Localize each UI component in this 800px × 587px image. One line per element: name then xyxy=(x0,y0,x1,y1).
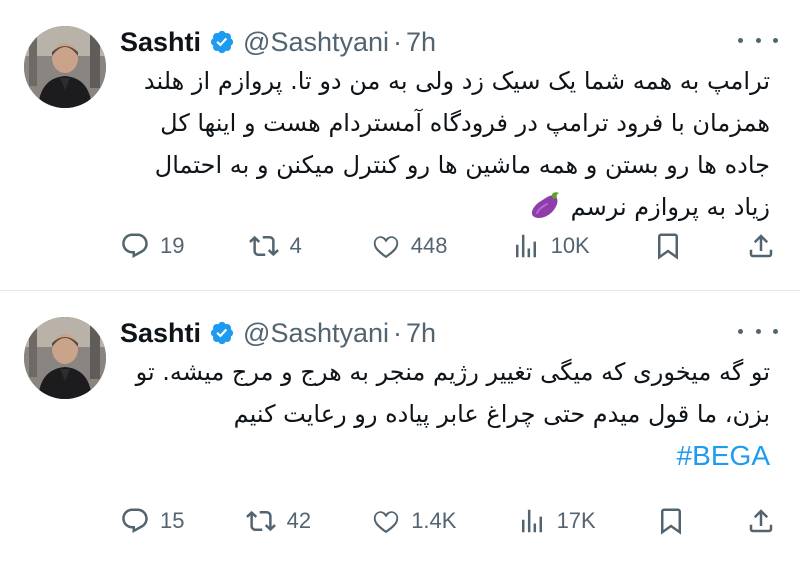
repost-button[interactable]: 4 xyxy=(248,231,308,261)
tweet-header: Sashti @Sashtyani · 7h xyxy=(120,22,436,62)
views-count: 10K xyxy=(550,233,590,258)
views-icon xyxy=(515,234,536,258)
separator-dot: · xyxy=(393,26,403,57)
like-count: 448 xyxy=(410,233,448,258)
hashtag-link[interactable]: #BEGA xyxy=(120,435,770,477)
tweet-text: تو گه میخوری که میگی تغییر رژیم منجر به … xyxy=(120,351,770,477)
share-icon xyxy=(749,509,773,533)
tweet-text: ترامپ به همه شما یک سیک زد ولی به من دو … xyxy=(120,60,770,228)
handle[interactable]: @Sashtyani xyxy=(243,318,389,349)
reply-button[interactable]: 15 xyxy=(120,506,184,536)
like-count: 1.4K xyxy=(411,508,457,533)
reply-icon xyxy=(122,233,148,259)
more-icon[interactable] xyxy=(738,28,778,52)
repost-icon xyxy=(248,235,279,257)
like-icon xyxy=(373,511,399,534)
bookmark-button[interactable] xyxy=(653,231,683,261)
display-name[interactable]: Sashti xyxy=(120,27,201,58)
separator-dot: · xyxy=(393,317,403,348)
verified-badge-icon xyxy=(209,29,235,55)
bookmark-icon xyxy=(657,233,678,260)
views-button[interactable]: 17K xyxy=(517,506,596,536)
repost-button[interactable]: 42 xyxy=(245,506,311,536)
like-button[interactable]: 448 xyxy=(371,231,448,261)
reply-count: 19 xyxy=(160,233,185,258)
verified-badge-icon xyxy=(209,320,235,346)
like-icon xyxy=(373,236,398,259)
bookmark-icon xyxy=(660,508,681,535)
share-icon xyxy=(749,234,773,258)
views-button[interactable]: 10K xyxy=(511,231,590,261)
timestamp[interactable]: 7h xyxy=(406,318,436,349)
display-name[interactable]: Sashti xyxy=(120,318,201,349)
handle[interactable]: @Sashtyani xyxy=(243,27,389,58)
reply-icon xyxy=(122,508,148,534)
repost-icon xyxy=(245,510,276,532)
tweet-header: Sashti @Sashtyani · 7h xyxy=(120,313,436,353)
tweet-body: ترامپ به همه شما یک سیک زد ولی به من دو … xyxy=(143,67,770,221)
bookmark-button[interactable] xyxy=(656,506,686,536)
reply-button[interactable]: 19 xyxy=(120,231,184,261)
action-bar: 15 42 1.4K 17K xyxy=(120,501,776,541)
eggplant-emoji xyxy=(529,191,563,221)
repost-count: 42 xyxy=(286,508,312,533)
tweet-1[interactable]: Sashti @Sashtyani · 7h ترامپ به همه شما … xyxy=(0,0,800,290)
tweet-2[interactable]: Sashti @Sashtyani · 7h تو گه میخوری که م… xyxy=(0,290,800,586)
action-bar: 19 4 448 10K xyxy=(120,226,776,266)
avatar[interactable] xyxy=(24,26,106,108)
repost-count: 4 xyxy=(289,233,302,258)
share-button[interactable] xyxy=(746,506,776,536)
reply-count: 15 xyxy=(160,508,185,533)
more-icon[interactable] xyxy=(738,319,778,343)
share-button[interactable] xyxy=(746,231,776,261)
tweet-body: تو گه میخوری که میگی تغییر رژیم منجر به … xyxy=(135,358,770,428)
timestamp[interactable]: 7h xyxy=(406,27,436,58)
avatar[interactable] xyxy=(24,317,106,399)
views-icon xyxy=(521,509,542,533)
like-button[interactable]: 1.4K xyxy=(371,506,456,536)
views-count: 17K xyxy=(556,508,596,533)
